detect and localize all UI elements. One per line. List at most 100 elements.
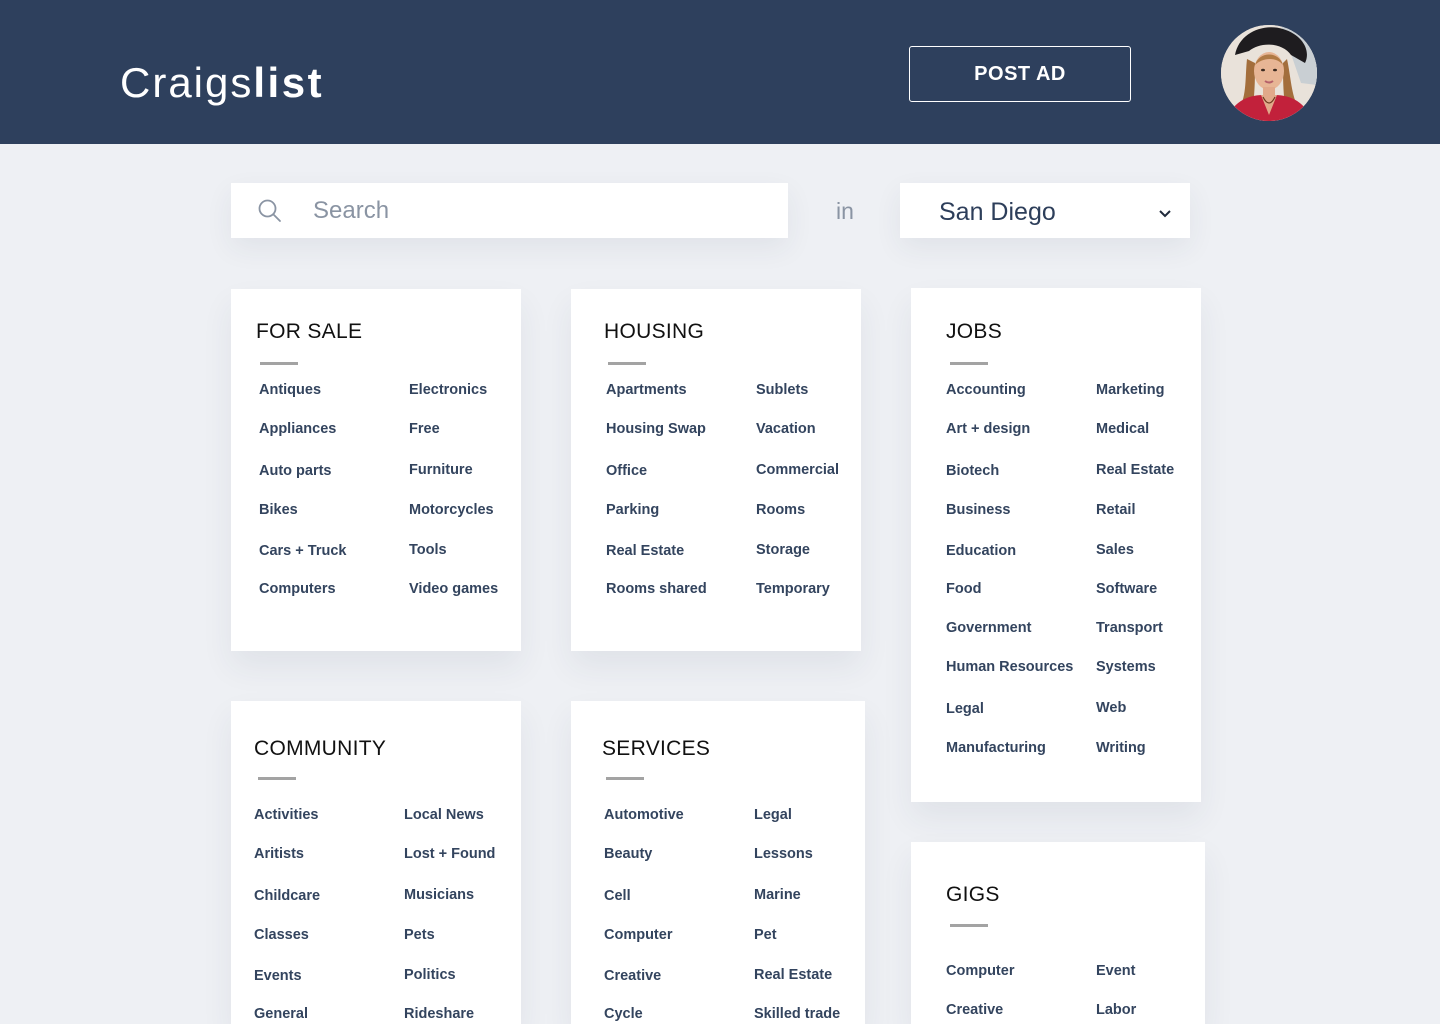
category-link[interactable]: Human Resources: [946, 658, 1073, 676]
category-link[interactable]: Art + design: [946, 420, 1030, 438]
category-link[interactable]: Manufacturing: [946, 739, 1046, 757]
category-link[interactable]: Parking: [606, 501, 659, 519]
title-divider: [258, 777, 296, 780]
category-link[interactable]: Cycle: [604, 1005, 643, 1023]
category-link[interactable]: Video games: [409, 580, 498, 598]
category-link[interactable]: Computer: [604, 926, 672, 944]
section-community: COMMUNITY Activities Aritists Childcare …: [231, 701, 521, 1024]
section-title: SERVICES: [602, 737, 711, 760]
category-link[interactable]: Computer: [946, 962, 1014, 980]
category-link[interactable]: Beauty: [604, 845, 652, 863]
avatar[interactable]: [1221, 25, 1317, 121]
section-gigs: GIGS Computer Creative Event Labor: [911, 842, 1205, 1024]
post-ad-button[interactable]: POST AD: [909, 46, 1131, 102]
category-link[interactable]: Commercial: [756, 461, 839, 479]
category-link[interactable]: Business: [946, 501, 1010, 519]
category-link[interactable]: Tools: [409, 541, 447, 559]
category-link[interactable]: Creative: [946, 1001, 1003, 1019]
category-link[interactable]: Lessons: [754, 845, 813, 863]
title-divider: [606, 777, 644, 780]
section-title: HOUSING: [604, 320, 705, 343]
category-link[interactable]: Biotech: [946, 462, 999, 480]
category-link[interactable]: Food: [946, 580, 981, 598]
category-link[interactable]: Cars + Truck: [259, 542, 346, 560]
title-divider: [950, 924, 988, 927]
search-icon[interactable]: [257, 198, 283, 229]
search-bar: [231, 183, 788, 238]
category-link[interactable]: General: [254, 1005, 308, 1023]
category-link[interactable]: Rideshare: [404, 1005, 474, 1023]
category-link[interactable]: Pet: [754, 926, 777, 944]
category-link[interactable]: Skilled trade: [754, 1005, 840, 1023]
category-link[interactable]: Legal: [754, 806, 792, 824]
category-link[interactable]: Sublets: [756, 381, 808, 399]
category-link[interactable]: Antiques: [259, 381, 321, 399]
section-services: SERVICES Automotive Beauty Cell Computer…: [571, 701, 865, 1024]
category-link[interactable]: Aritists: [254, 845, 304, 863]
category-link[interactable]: Pets: [404, 926, 435, 944]
category-link[interactable]: Web: [1096, 699, 1126, 717]
avatar-photo: [1221, 25, 1317, 121]
category-link[interactable]: Lost + Found: [404, 845, 495, 863]
category-link[interactable]: Government: [946, 619, 1031, 637]
category-link[interactable]: Marine: [754, 886, 801, 904]
category-link[interactable]: Furniture: [409, 461, 473, 479]
category-link[interactable]: Systems: [1096, 658, 1156, 676]
category-link[interactable]: Auto parts: [259, 462, 332, 480]
category-link[interactable]: Activities: [254, 806, 318, 824]
section-title: JOBS: [946, 320, 1003, 343]
category-link[interactable]: Events: [254, 967, 302, 985]
category-link[interactable]: Musicians: [404, 886, 474, 904]
section-title: FOR SALE: [256, 320, 363, 343]
category-link[interactable]: Education: [946, 542, 1016, 560]
category-link[interactable]: Bikes: [259, 501, 298, 519]
category-link[interactable]: Office: [606, 462, 647, 480]
category-link[interactable]: Appliances: [259, 420, 336, 438]
category-link[interactable]: Medical: [1096, 420, 1149, 438]
title-divider: [608, 362, 646, 365]
category-link[interactable]: Vacation: [756, 420, 816, 438]
section-title: GIGS: [946, 883, 1000, 906]
category-link[interactable]: Rooms shared: [606, 580, 707, 598]
section-title: COMMUNITY: [254, 737, 387, 760]
category-link[interactable]: Real Estate: [1096, 461, 1174, 479]
category-link[interactable]: Real Estate: [606, 542, 684, 560]
category-link[interactable]: Cell: [604, 887, 631, 905]
category-link[interactable]: Marketing: [1096, 381, 1165, 399]
category-link[interactable]: Writing: [1096, 739, 1146, 757]
category-link[interactable]: Free: [409, 420, 440, 438]
category-link[interactable]: Labor: [1096, 1001, 1136, 1019]
category-link[interactable]: Automotive: [604, 806, 684, 824]
category-link[interactable]: Local News: [404, 806, 484, 824]
logo-light-text: Craigs: [120, 59, 254, 106]
title-divider: [950, 362, 988, 365]
category-link[interactable]: Computers: [259, 580, 336, 598]
category-link[interactable]: Accounting: [946, 381, 1026, 399]
category-link[interactable]: Retail: [1096, 501, 1136, 519]
category-link[interactable]: Classes: [254, 926, 309, 944]
category-link[interactable]: Sales: [1096, 541, 1134, 559]
category-link[interactable]: Real Estate: [754, 966, 832, 984]
category-link[interactable]: Legal: [946, 700, 984, 718]
chevron-down-icon: [1158, 206, 1172, 224]
category-link[interactable]: Childcare: [254, 887, 320, 905]
category-link[interactable]: Rooms: [756, 501, 805, 519]
category-link[interactable]: Motorcycles: [409, 501, 494, 519]
city-selected-value: San Diego: [939, 198, 1056, 226]
category-link[interactable]: Housing Swap: [606, 420, 706, 438]
category-link[interactable]: Event: [1096, 962, 1136, 980]
section-for-sale: FOR SALE Antiques Appliances Auto parts …: [231, 289, 521, 651]
search-input[interactable]: [313, 183, 773, 238]
category-link[interactable]: Transport: [1096, 619, 1163, 637]
category-link[interactable]: Electronics: [409, 381, 487, 399]
category-link[interactable]: Creative: [604, 967, 661, 985]
category-link[interactable]: Apartments: [606, 381, 687, 399]
craigslist-logo[interactable]: Craigslist: [120, 58, 324, 108]
category-link[interactable]: Politics: [404, 966, 456, 984]
category-link[interactable]: Storage: [756, 541, 810, 559]
in-label: in: [836, 198, 854, 224]
category-link[interactable]: Software: [1096, 580, 1157, 598]
category-link[interactable]: Temporary: [756, 580, 830, 598]
city-dropdown[interactable]: San Diego: [900, 183, 1190, 238]
title-divider: [260, 362, 298, 365]
